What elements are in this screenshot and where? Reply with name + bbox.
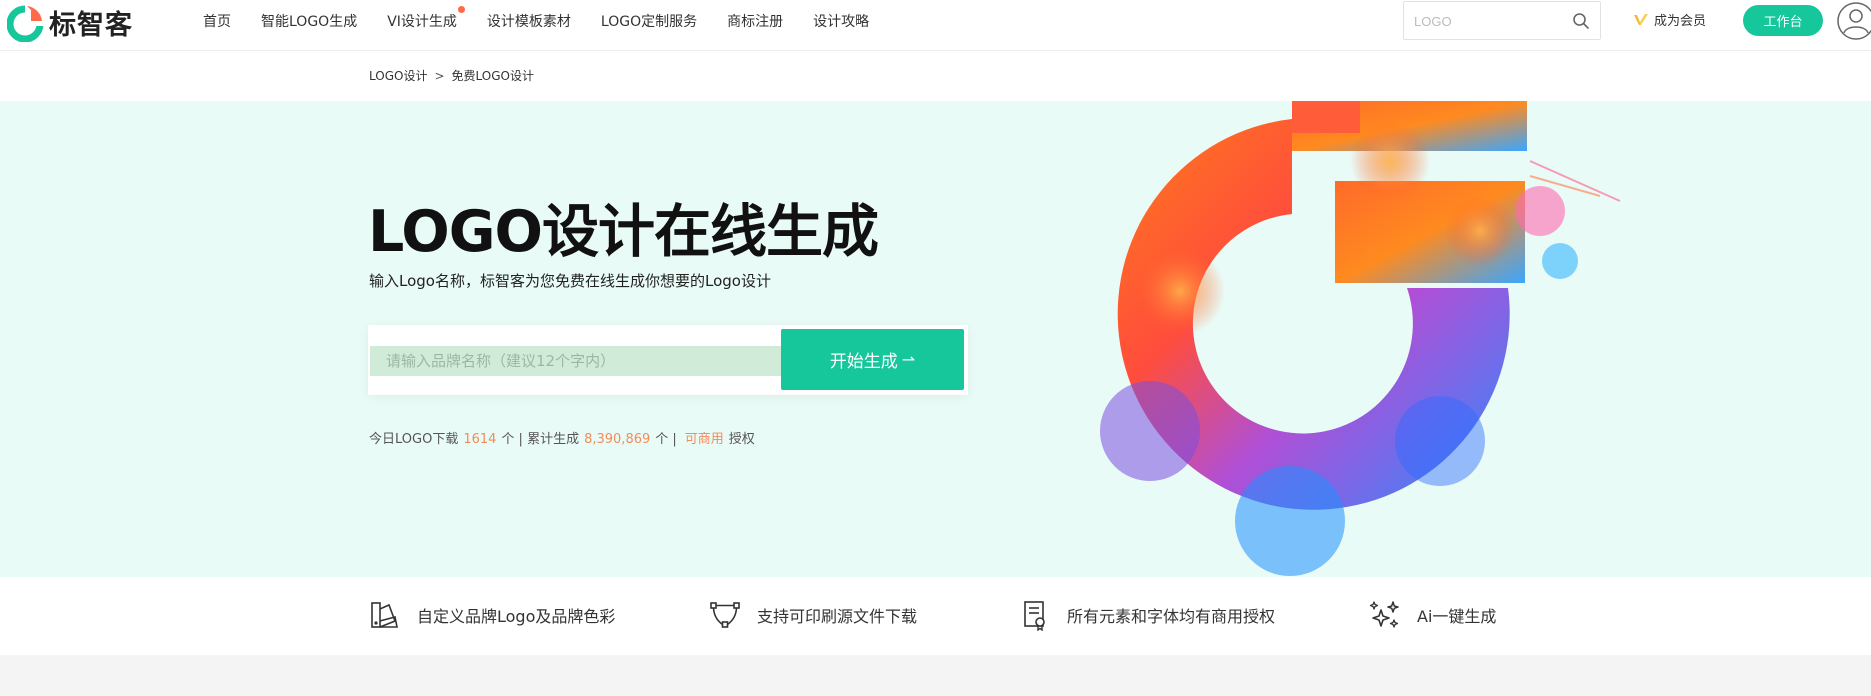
breadcrumb-separator: > — [434, 68, 445, 83]
today-download-label: 今日LOGO下载 — [369, 432, 459, 447]
sparkle-icon — [1369, 601, 1399, 628]
start-generate-button[interactable]: 开始生成 ⇀ — [781, 329, 964, 390]
hero-subtitle: 输入Logo名称，标智客为您免费在线生成你想要的Logo设计 — [369, 272, 771, 290]
feature-print-files: 支持可印刷源文件下载 — [709, 599, 917, 631]
commercial-use-suffix: 授权 — [728, 432, 755, 447]
breadcrumb: LOGO设计 > 免费LOGO设计 — [369, 67, 534, 84]
page-footer-area — [0, 655, 1871, 696]
feature-label: 自定义品牌Logo及品牌色彩 — [417, 607, 616, 626]
site-logo[interactable]: 标智客 — [7, 2, 133, 42]
breadcrumb-bar: LOGO设计 > 免费LOGO设计 — [0, 51, 1871, 101]
hero-banner: LOGO设计在线生成 输入Logo名称，标智客为您免费在线生成你想要的Logo设… — [0, 101, 1871, 577]
commercial-use-link[interactable]: 可商用 — [685, 432, 724, 447]
today-download-count: 1614 — [463, 432, 497, 447]
hero-illustration — [1100, 101, 1621, 576]
user-avatar-icon[interactable] — [1836, 0, 1871, 42]
nav-item-label: VI设计生成 — [387, 14, 457, 30]
feature-custom-brand: 自定义品牌Logo及品牌色彩 — [369, 599, 615, 631]
page-title: LOGO设计在线生成 — [368, 199, 879, 265]
nav-item-smart-logo[interactable]: 智能LOGO生成 — [261, 11, 357, 31]
vector-path-icon — [710, 602, 740, 628]
arrow-right-icon: ⇀ — [901, 350, 916, 369]
today-download-unit: 个 | — [501, 432, 523, 447]
nav-item-vi-design[interactable]: VI设计生成 — [387, 6, 465, 31]
workbench-button[interactable]: 工作台 — [1743, 5, 1823, 36]
top-header: 标智客 首页 智能LOGO生成 VI设计生成 设计模板素材 LOGO定制服务 商… — [0, 0, 1871, 51]
nav-item-guides[interactable]: 设计攻略 — [813, 11, 869, 31]
feature-label: Ai一键生成 — [1417, 607, 1497, 626]
new-badge-dot — [457, 6, 465, 13]
become-member-link[interactable]: 成为会员 — [1633, 10, 1706, 29]
brand-name-input[interactable] — [370, 346, 790, 376]
logo-generator-form: 开始生成 ⇀ — [368, 325, 968, 395]
certificate-icon — [1024, 601, 1045, 631]
feature-commercial-license: 所有元素和字体均有商用授权 — [1019, 599, 1275, 631]
nav-item-home[interactable]: 首页 — [203, 11, 231, 31]
download-stats: 今日LOGO下载 1614 个 | 累计生成 8,390,869 个 | 可商用 授权 — [369, 428, 755, 447]
total-generated-unit: 个 | — [655, 432, 677, 447]
brand-logo-icon — [7, 2, 44, 42]
breadcrumb-item-logo-design[interactable]: LOGO设计 — [369, 67, 427, 84]
breadcrumb-item-free-logo[interactable]: 免费LOGO设计 — [452, 67, 534, 84]
start-generate-label: 开始生成 — [829, 352, 898, 372]
main-nav: 首页 智能LOGO生成 VI设计生成 设计模板素材 LOGO定制服务 商标注册 … — [203, 0, 899, 42]
search-input[interactable] — [1414, 11, 1564, 31]
feature-label: 支持可印刷源文件下载 — [757, 607, 918, 626]
palette-icon — [371, 602, 398, 628]
search-box — [1403, 1, 1601, 40]
feature-label: 所有元素和字体均有商用授权 — [1067, 607, 1276, 626]
nav-item-custom-logo[interactable]: LOGO定制服务 — [601, 11, 697, 31]
vip-label: 成为会员 — [1654, 14, 1707, 29]
nav-item-templates[interactable]: 设计模板素材 — [487, 11, 571, 31]
total-generated-count: 8,390,869 — [584, 432, 651, 447]
brand-name: 标智客 — [49, 9, 133, 41]
search-icon[interactable] — [1572, 12, 1590, 30]
total-generated-label: 累计生成 — [527, 432, 580, 447]
vip-crown-icon — [1634, 13, 1648, 25]
nav-item-trademark[interactable]: 商标注册 — [727, 11, 783, 31]
feature-strip: 自定义品牌Logo及品牌色彩 支持可印刷源文件下载 所有元素和字体均有商用授权 — [0, 577, 1871, 655]
feature-ai-generate: Ai一键生成 — [1369, 599, 1496, 631]
